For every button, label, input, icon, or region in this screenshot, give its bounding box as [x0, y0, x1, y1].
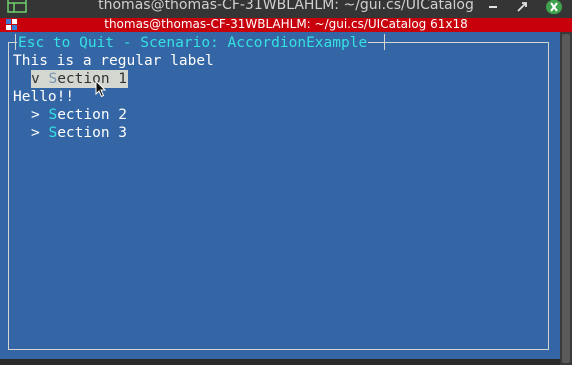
section-hotkey: S: [48, 71, 58, 87]
section-label: ection 2: [57, 107, 128, 123]
frame-title-right-bar: [384, 34, 385, 50]
section-label: ection 3: [57, 125, 128, 141]
maximize-icon[interactable]: [515, 0, 529, 14]
section-hotkey: S: [48, 107, 58, 123]
scrollbar-thumb[interactable]: [562, 34, 570, 363]
mouse-pointer-icon: [95, 79, 107, 98]
section-label: ection 1: [57, 71, 128, 87]
minimize-icon[interactable]: [486, 0, 500, 14]
frame-title-left-bar: [15, 34, 16, 50]
window-titlebar: thomas@thomas-CF-31WBLAHLM: ~/gui.cs/UIC…: [0, 0, 572, 18]
terminal-title: thomas@thomas-CF-31WBLAHLM: ~/gui.cs/UIC…: [104, 17, 468, 31]
chevron-right-icon: >: [31, 125, 40, 141]
close-icon[interactable]: [546, 0, 562, 14]
terminal-titlebar: thomas@thomas-CF-31WBLAHLM: ~/gui.cs/UIC…: [0, 17, 572, 32]
frame-title: Esc to Quit - Scenario: AccordionExample: [17, 34, 369, 52]
terminal-scrollbar[interactable]: [560, 32, 572, 365]
accordion-section-1[interactable]: v Section 1: [31, 70, 129, 88]
section-1-content: Hello!!: [13, 89, 75, 105]
scenario-frame: [8, 42, 549, 350]
window-bottom-edge: [0, 359, 560, 365]
accordion-section-3[interactable]: > Section 3: [31, 124, 127, 142]
regular-label: This is a regular label: [13, 53, 214, 69]
chevron-down-icon: v: [31, 71, 40, 87]
accordion-section-2[interactable]: > Section 2: [31, 106, 127, 124]
section-hotkey: S: [48, 125, 58, 141]
chevron-right-icon: >: [31, 107, 40, 123]
